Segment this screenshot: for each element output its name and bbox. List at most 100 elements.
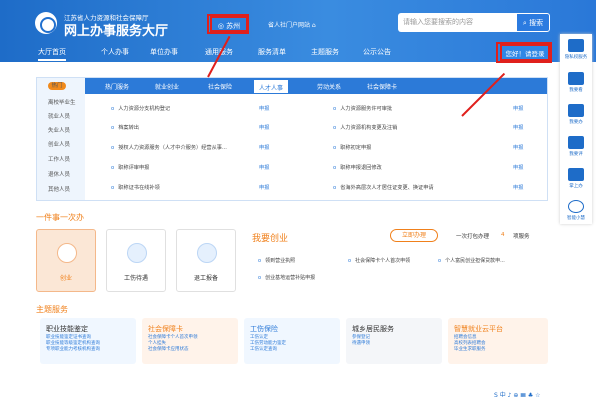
apply-link[interactable]: 申报 (259, 105, 269, 112)
nav-unit[interactable]: 单位办事 (150, 47, 178, 57)
search-icon: ⌕ (522, 19, 527, 27)
side-mobile[interactable]: 掌上办 (564, 168, 588, 189)
card-label: 退工报备 (193, 275, 218, 282)
side-view[interactable]: 我要看 (564, 72, 588, 93)
tab-talent[interactable]: 人才人事 (253, 79, 290, 94)
cat-item[interactable]: 退休人员 (48, 170, 70, 178)
nav-list[interactable]: 服务清单 (258, 47, 286, 57)
apply-link[interactable]: 申报 (513, 124, 523, 131)
side-label: 我要看 (569, 88, 583, 93)
side-assistant[interactable]: 智能小慧 (564, 200, 588, 221)
detail-title: 我要创业 (252, 234, 289, 244)
cat-item[interactable]: 工作人员 (48, 155, 70, 163)
side-do[interactable]: 我要办 (564, 104, 588, 125)
apply-link[interactable]: 申报 (513, 164, 523, 171)
theme-title: 社会保障卡 (148, 325, 183, 333)
nav-notice[interactable]: 公示公告 (363, 47, 391, 57)
apply-link[interactable]: 申报 (259, 124, 269, 131)
service-link[interactable]: 人力资源服务许可审批 (333, 105, 392, 112)
card-retire[interactable]: 退工报备 (176, 229, 236, 292)
detail-item[interactable]: 领到营业执照 (258, 257, 295, 264)
apply-link[interactable]: 申报 (259, 164, 269, 171)
service-link[interactable]: 职称初定申报 (333, 144, 371, 151)
apply-link[interactable]: 申报 (513, 105, 523, 112)
cat-item[interactable]: 就业人员 (48, 112, 70, 120)
apply-link[interactable]: 申报 (259, 144, 269, 151)
tab-employment[interactable]: 就业创业 (155, 82, 179, 91)
theme-title: 职业技能鉴定 (46, 325, 88, 333)
side-label: 隐私权服务 (564, 55, 588, 60)
search-input[interactable]: 请输入您要搜索的内容 (398, 13, 516, 32)
service-count-unit: 项服务 (513, 234, 530, 240)
nav-home[interactable]: 大厅首页 (38, 47, 66, 61)
theme-title: 智慧就业云平台 (454, 325, 503, 333)
section-theme: 主题服务 (36, 305, 68, 314)
privacy-icon (568, 39, 584, 52)
apply-now-button[interactable]: 立即办理 (390, 229, 438, 242)
apply-link[interactable]: 申报 (513, 184, 523, 191)
portal-screen: { "header":{"sub":"江苏省人力资源和社会保障厅","title… (0, 0, 596, 397)
side-label: 智能小慧 (567, 216, 585, 221)
theme-skills[interactable]: 职业技能鉴定职业技能鉴定证书查询 职业技能等级鉴定机构查询 专项职业能力考核机构查询 (40, 318, 136, 364)
service-tabs: 热门服务 就业创业 社会保险 人才人事 劳动关系 社会保障卡 (85, 78, 547, 94)
theme-residents[interactable]: 城乡居民服务 参保登记 待遇申领 (346, 318, 442, 364)
computer-icon (568, 104, 584, 117)
detail-item[interactable]: 社会保障卡个人首次申领 (348, 257, 410, 264)
service-link[interactable]: 授权人力资源服务（人才中介服务）经营从事... (111, 144, 227, 151)
rate-icon (568, 136, 584, 149)
service-link[interactable]: 人力资源分支机构登记 (111, 105, 170, 112)
cat-item[interactable]: 创业人员 (48, 140, 70, 148)
main-nav: 大厅首页 个人办事 单位办事 通用服务 服务清单 主题服务 公示公告 (0, 44, 560, 62)
city-highlight-box (207, 14, 249, 34)
side-label: 我要办 (569, 120, 583, 125)
right-sidebar: 隐私权服务 我要看 我要办 我要评 掌上办 智能小慧 (560, 34, 592, 224)
tab-insurance[interactable]: 社会保险 (208, 82, 232, 91)
side-privacy[interactable]: 隐私权服务 (564, 39, 588, 60)
service-count: 4 (501, 232, 505, 238)
section-one-go: 一件事一次办 (36, 213, 84, 222)
service-link[interactable]: 职称评审申报 (111, 164, 149, 171)
theme-cloud[interactable]: 智慧就业云平台招聘会信息 高校列表招聘会 毕业生求职服务 (448, 318, 548, 364)
service-link[interactable]: 职称证书在线补领 (111, 184, 160, 191)
cat-item[interactable]: 失业人员 (48, 126, 70, 134)
theme-desc: 工伤认定 工伤劳动能力鉴定 工伤认定查询 (250, 335, 286, 352)
assistant-icon (568, 200, 584, 213)
portal-logo-icon (35, 12, 57, 34)
theme-desc: 社会保障卡个人首次申领 个人挂失 社会保障卡应用状态 (148, 335, 198, 352)
search-button[interactable]: ⌕ 搜索 (516, 13, 550, 32)
apply-link[interactable]: 申报 (513, 144, 523, 151)
startup-detail: 我要创业 立即办理 一次打包办理 4 项服务 领到营业执照 社会保障卡个人首次申… (238, 227, 548, 293)
tab-labor[interactable]: 劳动关系 (317, 82, 341, 91)
cat-hot[interactable]: 热门 (48, 82, 66, 90)
site-title: 网上办事服务大厅 (64, 24, 169, 39)
service-panel: 热门 离校毕业生 就业人员 失业人员 创业人员 工作人员 退休人员 其他人员 热… (36, 77, 548, 201)
service-link[interactable]: 人力资源机构变更及注销 (333, 124, 397, 131)
injury-icon (127, 243, 147, 263)
theme-title: 城乡居民服务 (352, 325, 394, 333)
startup-icon (57, 243, 77, 263)
card-startup[interactable]: 创业 (36, 229, 96, 292)
cat-item[interactable]: 其他人员 (48, 185, 70, 193)
service-link[interactable]: 档案转出 (111, 124, 139, 131)
theme-injury[interactable]: 工伤保险 工伤认定 工伤劳动能力鉴定 工伤认定查询 (244, 318, 340, 364)
theme-card[interactable]: 社会保障卡社会保障卡个人首次申领 个人挂失 社会保障卡应用状态 (142, 318, 238, 364)
tab-card[interactable]: 社会保障卡 (367, 82, 397, 91)
theme-desc: 职业技能鉴定证书查询 职业技能等级鉴定机构查询 专项职业能力考核机构查询 (46, 335, 100, 352)
view-icon (568, 72, 584, 85)
side-rate[interactable]: 我要评 (564, 136, 588, 157)
detail-item[interactable]: 个人富民创业担保贷款申... (438, 257, 505, 264)
card-injury[interactable]: 工伤待遇 (106, 229, 166, 292)
theme-desc: 招聘会信息 高校列表招聘会 毕业生求职服务 (454, 335, 486, 352)
apply-link[interactable]: 申报 (259, 184, 269, 191)
service-link[interactable]: 职称申报退回修改 (333, 164, 382, 171)
login-highlight-box (496, 42, 552, 63)
nav-personal[interactable]: 个人办事 (101, 47, 129, 57)
side-label: 我要评 (569, 152, 583, 157)
detail-item[interactable]: 创业基地运营补贴申报 (258, 274, 315, 281)
theme-desc: 参保登记 待遇申领 (352, 335, 370, 346)
nav-theme[interactable]: 主题服务 (311, 47, 339, 57)
service-link[interactable]: 省海外高层次人才居住证变更、换证申请 (333, 184, 433, 191)
provincial-portal-link[interactable]: 省人社门户网站 ⌂ (268, 20, 316, 29)
cat-item[interactable]: 离校毕业生 (48, 98, 76, 106)
tab-hot[interactable]: 热门服务 (105, 82, 129, 91)
